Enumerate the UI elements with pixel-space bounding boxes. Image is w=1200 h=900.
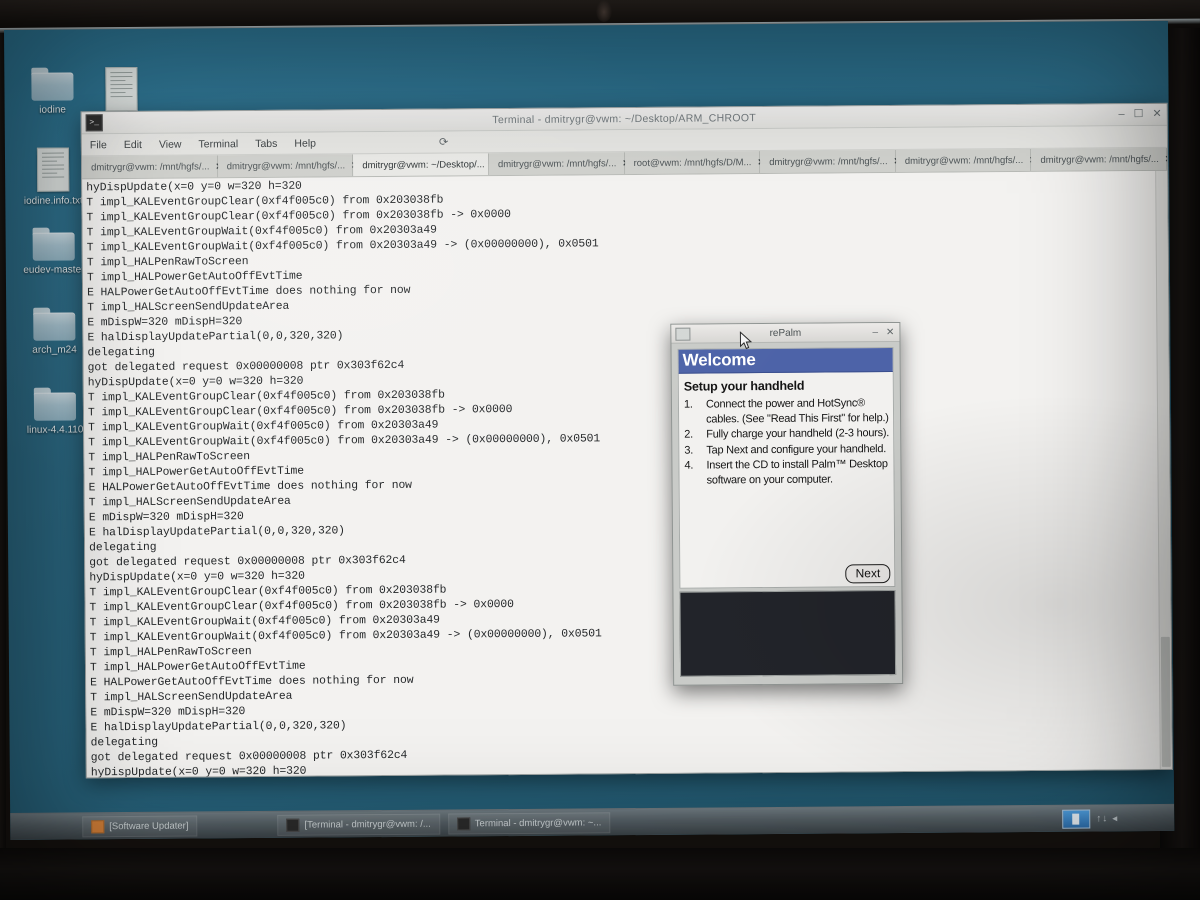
taskbar-item-software-updater[interactable]: [Software Updater] [82, 815, 198, 837]
repalm-button-row: Next [680, 564, 894, 588]
tray-app-icon[interactable] [1062, 809, 1091, 829]
setup-step-4: 4. Insert the CD to install Palm™ Deskto… [684, 457, 889, 488]
menu-item-edit[interactable]: Edit [124, 138, 142, 150]
close-icon[interactable]: ✕ [1152, 108, 1161, 120]
repalm-device-screen[interactable]: Welcome Setup your handheld 1. Connect t… [677, 347, 896, 589]
taskbar-item-terminal-1[interactable]: [Terminal - dmitrygr@vwm: /... [277, 813, 440, 836]
step-text: Tap Next and configure your handheld. [706, 442, 887, 457]
tab-label: root@vwm: /mnt/hgfs/D/M... [633, 156, 752, 169]
step-text: Insert the CD to install Palm™ Desktop s… [706, 458, 888, 487]
repalm-window-controls[interactable]: – ✕ [872, 323, 894, 341]
terminal-window-title: Terminal - dmitrygr@vwm: ~/Desktop/ARM_C… [492, 111, 757, 126]
stray-mark: ⟳ [438, 135, 449, 150]
tab-label: dmitrygr@vwm: /mnt/hgfs/... [497, 157, 617, 170]
desktop[interactable]: iodine iodine.info.txt eudev-master arch… [4, 20, 1175, 840]
tab-label: dmitrygr@vwm: /mnt/hgfs/... [1040, 153, 1159, 166]
folder-icon [33, 387, 77, 421]
terminal-window[interactable]: >_ Terminal - dmitrygr@vwm: ~/Desktop/AR… [80, 102, 1173, 779]
step-number: 2. [684, 428, 693, 441]
menu-item-file[interactable]: File [90, 139, 107, 151]
folder-icon [31, 67, 74, 101]
setup-step-3: 3. Tap Next and configure your handheld. [684, 442, 889, 458]
tray-arrows-icon[interactable]: ↑↓ ◂ [1096, 813, 1118, 824]
system-tray[interactable]: ↑↓ ◂ [1062, 809, 1118, 829]
terminal-scrollbar-thumb[interactable] [1160, 636, 1171, 767]
webcam-icon [596, 0, 612, 22]
repalm-welcome-banner: Welcome [678, 348, 893, 374]
step-text: Connect the power and HotSync® cables. (… [705, 397, 889, 426]
terminal-tab-7[interactable]: dmitrygr@vwm: /mnt/hgfs/... ✕ [895, 148, 1037, 172]
tab-label: dmitrygr@vwm: /mnt/hgfs/... [769, 155, 888, 168]
taskbar[interactable]: [Software Updater] [Terminal - dmitrygr@… [10, 803, 1175, 840]
minimize-icon[interactable]: – [872, 327, 878, 338]
taskbar-item-label: Terminal - dmitrygr@vwm: ~... [474, 816, 602, 829]
terminal-window-controls[interactable]: – ☐ ✕ [1118, 104, 1161, 125]
repalm-window-title: rePalm [769, 327, 802, 339]
updater-icon [91, 819, 105, 833]
terminal-output-lines: hyDispUpdate(x=0 y=0 w=320 h=320 T impl_K… [86, 173, 1172, 778]
terminal-tab-3-active[interactable]: dmitrygr@vwm: ~/Desktop/... ✕ [353, 153, 498, 177]
document-icon [36, 147, 70, 192]
terminal-icon [456, 816, 470, 830]
tab-label: dmitrygr@vwm: /mnt/hgfs/... [226, 159, 346, 172]
repalm-setup-steps: 1. Connect the power and HotSync® cables… [679, 396, 894, 566]
tab-label: dmitrygr@vwm: /mnt/hgfs/... [904, 154, 1024, 167]
repalm-heading: Setup your handheld [683, 378, 805, 394]
terminal-tab-6[interactable]: dmitrygr@vwm: /mnt/hgfs/... ✕ [760, 150, 901, 174]
terminal-output-area[interactable]: hyDispUpdate(x=0 y=0 w=320 h=320 T impl_K… [82, 170, 1172, 778]
taskbar-item-terminal-2[interactable]: Terminal - dmitrygr@vwm: ~... [447, 811, 611, 835]
step-number: 3. [684, 444, 694, 457]
tab-close-icon[interactable]: ✕ [1165, 153, 1167, 164]
setup-step-2: 2. Fully charge your handheld (2-3 hours… [684, 426, 889, 442]
repalm-titlebar[interactable]: rePalm – ✕ [671, 322, 900, 350]
step-number: 1. [683, 398, 693, 411]
terminal-icon [286, 818, 300, 832]
document-icon [105, 66, 138, 112]
setup-step-1: 1. Connect the power and HotSync® cables… [684, 396, 889, 427]
folder-icon [33, 307, 76, 341]
tab-label: dmitrygr@vwm: /mnt/hgfs/... [91, 160, 210, 173]
close-icon[interactable]: ✕ [886, 327, 894, 338]
minimize-icon[interactable]: – [1118, 108, 1124, 120]
step-text: Fully charge your handheld (2-3 hours). [706, 427, 890, 441]
terminal-tab-2[interactable]: dmitrygr@vwm: /mnt/hgfs/... ✕ [217, 154, 359, 178]
folder-icon [32, 227, 75, 261]
repalm-silkscreen-area[interactable] [679, 590, 897, 677]
menu-item-help[interactable]: Help [294, 137, 316, 149]
photographed-screen: iodine iodine.info.txt eudev-master arch… [0, 0, 1200, 900]
desktop-icon-secondary-document[interactable] [79, 66, 163, 116]
taskbar-item-label: [Software Updater] [109, 820, 189, 832]
repalm-window[interactable]: rePalm – ✕ Welcome Setup your handheld 1… [670, 321, 904, 686]
menu-item-view[interactable]: View [159, 138, 182, 150]
terminal-tab-1[interactable]: dmitrygr@vwm: /mnt/hgfs/... ✕ [81, 155, 223, 179]
monitor-bezel-bottom [0, 848, 1200, 900]
menu-item-terminal[interactable]: Terminal [198, 138, 238, 150]
maximize-icon[interactable]: ☐ [1134, 108, 1144, 120]
tab-label: dmitrygr@vwm: ~/Desktop/... [362, 158, 485, 171]
terminal-tab-5[interactable]: root@vwm: /mnt/hgfs/D/M... ✕ [624, 151, 765, 175]
terminal-tab-8[interactable]: dmitrygr@vwm: /mnt/hgfs/... ✕ [1031, 147, 1167, 171]
menu-item-tabs[interactable]: Tabs [255, 137, 277, 149]
step-number: 4. [684, 459, 694, 473]
next-button[interactable]: Next [845, 564, 891, 584]
terminal-tab-4[interactable]: dmitrygr@vwm: /mnt/hgfs/... ✕ [488, 152, 630, 176]
taskbar-item-label: [Terminal - dmitrygr@vwm: /... [304, 818, 431, 831]
